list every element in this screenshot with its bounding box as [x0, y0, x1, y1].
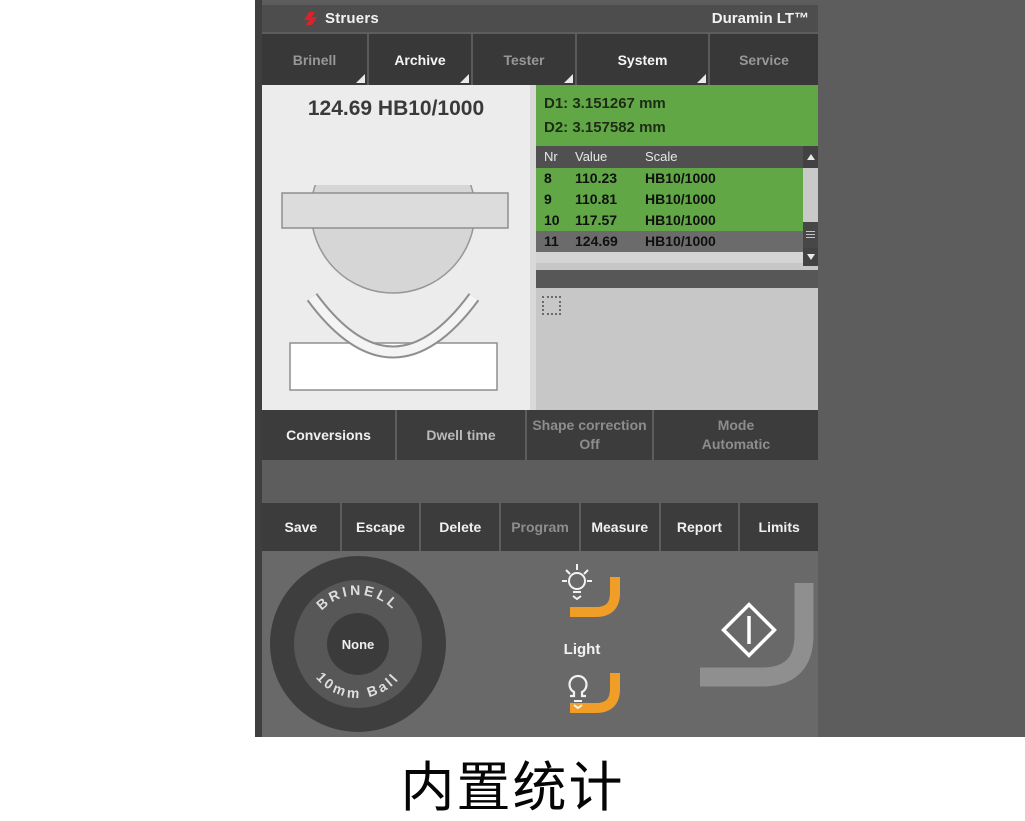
program-button[interactable]: Program [501, 503, 579, 551]
tester-screenshot: Struers Duramin LT™ Brinell Archive Test… [255, 0, 1025, 737]
tab-brinell[interactable]: Brinell [262, 34, 367, 85]
light-off-bulb-icon[interactable] [564, 671, 592, 713]
indenter-diagram [262, 185, 530, 400]
diagonal-readouts: D1: 3.151267 mm D2: 3.157582 mm [536, 85, 818, 146]
dial-center-label: None [342, 637, 375, 652]
action-button-row: Save Escape Delete Program Measure Repor… [262, 503, 818, 551]
product-name: Duramin LT™ [712, 5, 809, 32]
light-on-bulb-icon[interactable] [562, 561, 592, 607]
main-menu: Brinell Archive Tester System Service [262, 34, 818, 85]
results-table-header: Nr Value Scale [536, 146, 818, 168]
arrow-up-icon [807, 154, 815, 160]
struers-lightning-icon [302, 11, 319, 27]
start-control [692, 551, 818, 737]
results-panel: D1: 3.151267 mm D2: 3.157582 mm Nr Value… [536, 85, 818, 410]
light-label: Light [556, 641, 608, 658]
scroll-up-button[interactable] [803, 146, 818, 168]
dwell-time-button[interactable]: Dwell time [397, 410, 525, 460]
duramin-ui: Struers Duramin LT™ Brinell Archive Test… [262, 0, 818, 737]
grip-icon [806, 231, 815, 239]
shape-correction-value: Off [579, 435, 599, 454]
title-bar: Struers Duramin LT™ [262, 5, 818, 32]
table-row-selected[interactable]: 11 124.69 HB10/1000 [536, 231, 803, 252]
indenter-holder [282, 193, 508, 228]
tab-tester[interactable]: Tester [473, 34, 575, 85]
shape-correction-button[interactable]: Shape correction Off [527, 410, 652, 460]
start-button-icon[interactable] [714, 595, 784, 665]
delete-button[interactable]: Delete [421, 503, 499, 551]
hardness-reading: 124.69 HB10/1000 [262, 97, 530, 121]
scrollbar-thumb[interactable] [803, 222, 818, 248]
table-row[interactable]: 9 110.81 HB10/1000 [536, 189, 803, 210]
d2-readout: D2: 3.157582 mm [544, 116, 818, 140]
arrow-down-icon [807, 254, 815, 260]
tab-corner-indicator [697, 74, 706, 83]
screen-left-border [255, 0, 262, 737]
caption-text: 内置统计 [0, 743, 1025, 821]
table-row[interactable]: 10 117.57 HB10/1000 [536, 210, 803, 231]
scroll-down-button[interactable] [803, 248, 818, 266]
tab-corner-indicator [564, 74, 573, 83]
panel-separator-strip [536, 270, 818, 288]
content-area: 124.69 HB10/1000 D1: 3.151267 mm D2: 3.1 [262, 85, 818, 410]
measure-button[interactable]: Measure [581, 503, 659, 551]
d1-readout: D1: 3.151267 mm [544, 92, 818, 116]
table-row-empty [536, 252, 803, 263]
settings-button-row: Conversions Dwell time Shape correction … [262, 410, 818, 460]
hardware-zone: BRINELL 10mm Ball None [262, 551, 818, 737]
measurement-panel: 124.69 HB10/1000 [262, 85, 530, 410]
limits-button[interactable]: Limits [740, 503, 818, 551]
report-button[interactable]: Report [661, 503, 739, 551]
results-table: 8 110.23 HB10/1000 9 110.81 HB10/1000 10… [536, 168, 803, 263]
method-dial[interactable]: BRINELL 10mm Ball None [269, 555, 447, 733]
brand-name: Struers [325, 10, 379, 27]
light-controls: Light [556, 559, 622, 729]
statistics-area [536, 288, 818, 410]
tab-service[interactable]: Service [710, 34, 818, 85]
brand-logo: Struers [302, 5, 379, 32]
page: Struers Duramin LT™ Brinell Archive Test… [0, 0, 1025, 821]
tab-corner-indicator [356, 74, 365, 83]
tab-system[interactable]: System [577, 34, 708, 85]
escape-button[interactable]: Escape [342, 503, 420, 551]
selection-checkbox[interactable] [542, 296, 561, 315]
mode-button[interactable]: Mode Automatic [654, 410, 818, 460]
conversions-button[interactable]: Conversions [262, 410, 395, 460]
save-button[interactable]: Save [262, 503, 340, 551]
table-row[interactable]: 8 110.23 HB10/1000 [536, 168, 803, 189]
tab-corner-indicator [460, 74, 469, 83]
tab-archive[interactable]: Archive [369, 34, 471, 85]
mode-value: Automatic [702, 435, 770, 454]
